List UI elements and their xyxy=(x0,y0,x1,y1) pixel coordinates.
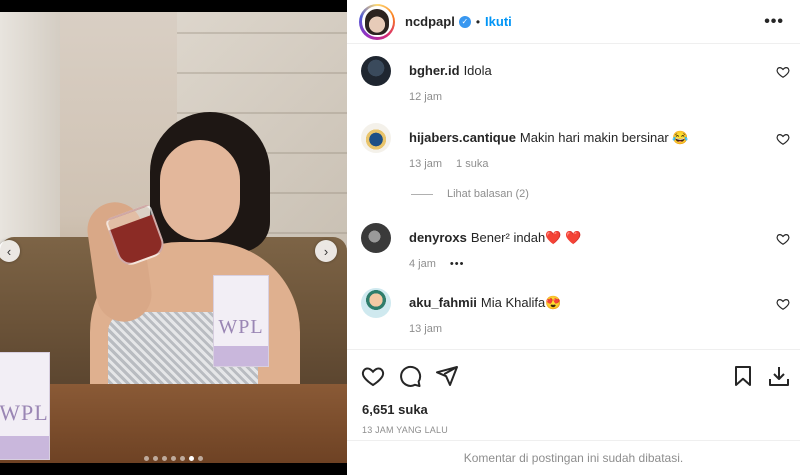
chevron-left-icon: ‹ xyxy=(6,243,12,259)
comment-body: Idola xyxy=(463,63,492,78)
follow-button[interactable]: Ikuti xyxy=(485,14,512,29)
commenter-username[interactable]: aku_fahmii xyxy=(409,295,477,310)
comment-meta: 4 jam ••• xyxy=(409,258,478,270)
comment-options-icon[interactable]: ••• xyxy=(450,258,465,270)
commenter-username[interactable]: denyroxs xyxy=(409,230,467,245)
more-options-icon[interactable]: ••• xyxy=(764,13,784,31)
product-box: WPL xyxy=(213,275,269,367)
view-replies-button[interactable]: Lihat balasan (2) xyxy=(411,188,529,200)
likes-count[interactable]: 6,651 suka xyxy=(362,402,428,417)
post-timestamp: 13 JAM YANG LALU xyxy=(362,425,448,435)
download-icon[interactable] xyxy=(767,364,791,388)
carousel-dot xyxy=(180,456,185,461)
heart-icon[interactable] xyxy=(776,132,790,146)
comment-text-row: bgher.id Idola xyxy=(409,63,492,78)
carousel-dot xyxy=(153,456,158,461)
bookmark-icon[interactable] xyxy=(731,364,755,388)
header-separator: • xyxy=(475,14,481,29)
heart-icon[interactable] xyxy=(776,297,790,311)
carousel-dot xyxy=(162,456,167,461)
product-box-label: WPL xyxy=(0,399,49,425)
comment-meta: 13 jam 1 suka xyxy=(409,158,502,170)
post-header: ncdpapl ✓ • Ikuti ••• xyxy=(347,0,800,44)
avatar-image xyxy=(365,8,389,35)
comment-text-row: hijabers.cantique Makin hari makin bersin… xyxy=(409,130,689,146)
person-face xyxy=(160,140,240,240)
commenter-username[interactable]: hijabers.cantique xyxy=(409,130,516,145)
comment-time: 13 jam xyxy=(409,323,443,335)
carousel-next-button[interactable]: › xyxy=(315,240,337,262)
carousel-dot xyxy=(189,456,194,461)
post-media: WPL WPL ‹ › xyxy=(0,12,347,463)
author-username[interactable]: ncdpapl xyxy=(405,14,455,29)
comment-meta: 13 jam xyxy=(409,323,456,335)
post-details-panel: ncdpapl ✓ • Ikuti ••• bgher.id Idola 12 j… xyxy=(347,0,800,475)
comment-like-count[interactable]: 1 suka xyxy=(456,158,488,170)
product-box: WPL xyxy=(0,352,50,460)
product-box-label: WPL xyxy=(218,315,264,338)
heart-icon[interactable] xyxy=(776,65,790,79)
carousel-dot xyxy=(171,456,176,461)
commenter-avatar[interactable] xyxy=(361,123,391,153)
comment-body: Bener² indah❤️ ❤️ xyxy=(470,230,582,245)
heart-icon[interactable] xyxy=(361,364,385,388)
comment-time: 13 jam xyxy=(409,158,443,170)
author-avatar[interactable] xyxy=(359,3,395,40)
carousel-indicator xyxy=(0,456,347,461)
carousel-dot xyxy=(198,456,203,461)
comment-body: Makin hari makin bersinar 😂 xyxy=(519,130,689,145)
chevron-right-icon: › xyxy=(323,243,329,259)
paper-plane-icon[interactable] xyxy=(435,364,459,388)
comments-closed-notice: Komentar di postingan ini sudah dibatasi… xyxy=(347,440,800,475)
comment-item: hijabers.cantique Makin hari makin bersin… xyxy=(361,123,790,173)
comment-item: denyroxs Bener² indah❤️ ❤️ 4 jam ••• xyxy=(361,223,790,273)
comment-text-row: denyroxs Bener² indah❤️ ❤️ xyxy=(409,230,581,246)
wooden-table xyxy=(0,384,347,463)
carousel-dot xyxy=(144,456,149,461)
comment-item: aku_fahmii Mia Khalifa😍 13 jam xyxy=(361,288,790,338)
commenter-username[interactable]: bgher.id xyxy=(409,63,460,78)
commenter-avatar[interactable] xyxy=(361,288,391,318)
comment-body: Mia Khalifa😍 xyxy=(480,295,562,310)
comments-list: bgher.id Idola 12 jam hijabers.cantique Ma… xyxy=(347,45,800,349)
comment-time: 12 jam xyxy=(409,91,443,103)
comment-meta: 12 jam xyxy=(409,91,456,103)
comment-item: bgher.id Idola 12 jam xyxy=(361,56,790,106)
commenter-avatar[interactable] xyxy=(361,223,391,253)
view-replies-label: Lihat balasan (2) xyxy=(447,188,529,200)
comment-time: 4 jam xyxy=(409,258,436,270)
post-actions-bar xyxy=(347,349,800,399)
comment-text-row: aku_fahmii Mia Khalifa😍 xyxy=(409,295,561,311)
comment-icon[interactable] xyxy=(398,364,422,388)
heart-icon[interactable] xyxy=(776,232,790,246)
commenter-avatar[interactable] xyxy=(361,56,391,86)
verified-badge-icon: ✓ xyxy=(458,15,471,28)
